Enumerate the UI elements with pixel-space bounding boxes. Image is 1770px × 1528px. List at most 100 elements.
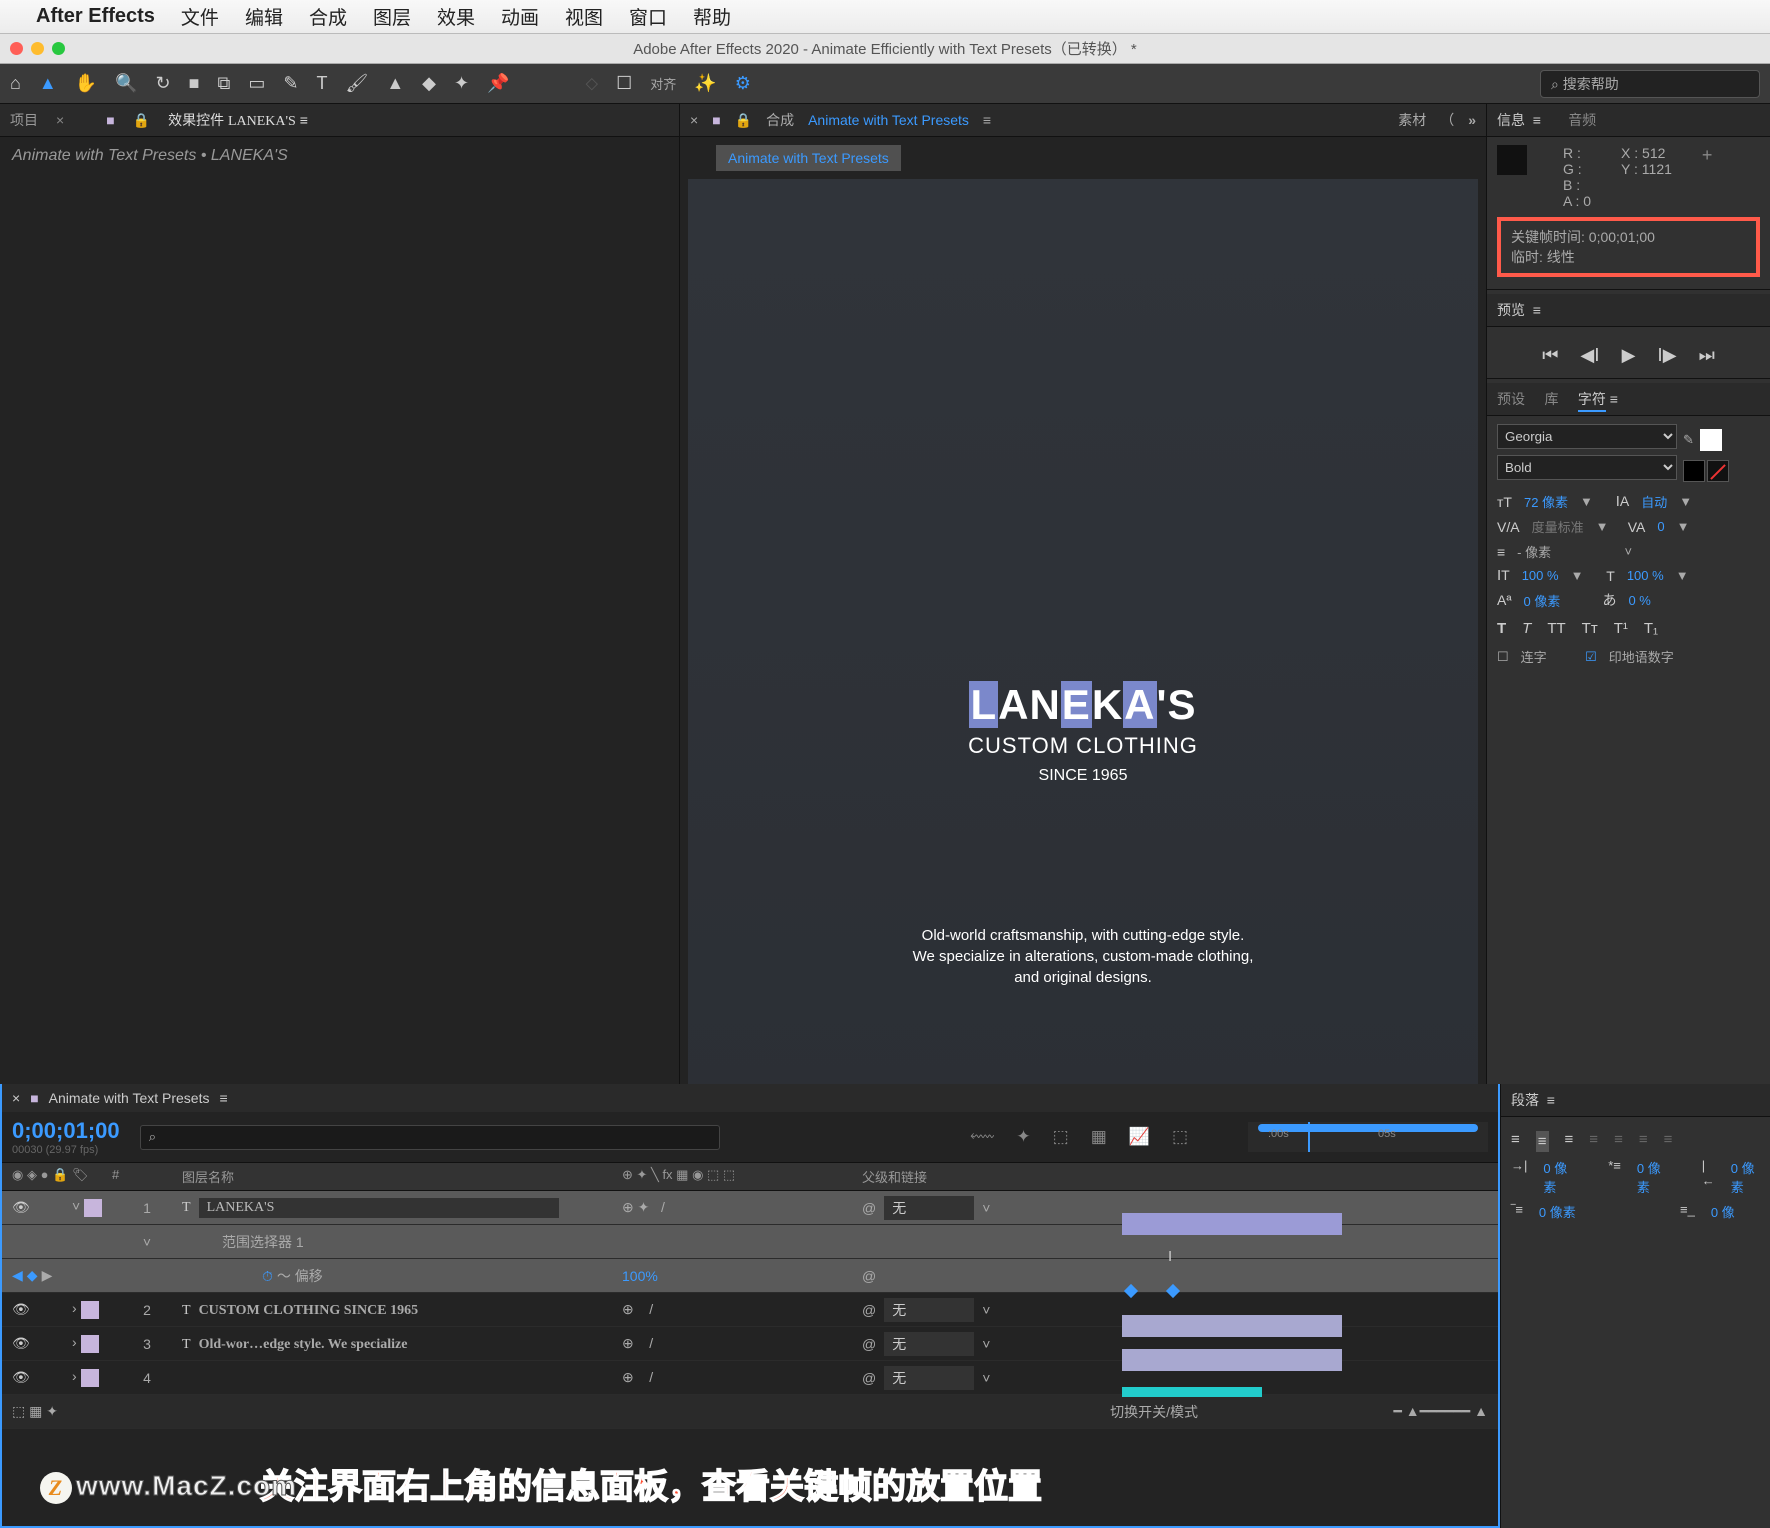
- superscript-icon[interactable]: T¹: [1614, 620, 1628, 637]
- text-tool-icon[interactable]: T: [316, 73, 327, 94]
- axis-icon[interactable]: ⬦: [586, 73, 599, 94]
- kf-diamond-icon[interactable]: ◆: [27, 1267, 38, 1284]
- timeline-search[interactable]: [140, 1125, 720, 1150]
- bold-icon[interactable]: T: [1497, 620, 1506, 637]
- visibility-icon[interactable]: 👁: [12, 1199, 30, 1216]
- time-ruler[interactable]: :00s 05s: [1248, 1122, 1488, 1152]
- pickwhip-icon[interactable]: @: [862, 1268, 876, 1284]
- prev-frame-icon[interactable]: ◀Ⅰ: [1580, 345, 1599, 366]
- workspace-icon[interactable]: ⚙: [735, 73, 751, 94]
- pen-tool-icon[interactable]: ✎: [283, 73, 298, 94]
- menu-help[interactable]: 帮助: [693, 3, 731, 30]
- comp-name[interactable]: Animate with Text Presets: [808, 112, 969, 128]
- menu-layer[interactable]: 图层: [373, 3, 411, 30]
- project-tab[interactable]: 项目: [10, 110, 38, 130]
- baseline[interactable]: 0 像素: [1524, 591, 1561, 610]
- menu-composition[interactable]: 合成: [309, 3, 347, 30]
- footage-tab[interactable]: 素材: [1398, 110, 1426, 130]
- roto-tool-icon[interactable]: ✦: [454, 73, 469, 94]
- paragraph-panel-header[interactable]: 段落 ≡: [1501, 1084, 1770, 1117]
- presets-tab[interactable]: 预设: [1497, 391, 1525, 407]
- offset-value[interactable]: 100%: [622, 1268, 658, 1284]
- vscale[interactable]: 100 %: [1522, 568, 1559, 583]
- clone-tool-icon[interactable]: ▲: [386, 73, 404, 94]
- timeline-tab[interactable]: Animate with Text Presets: [49, 1090, 210, 1106]
- range-selector[interactable]: 范围选择器 1: [182, 1232, 622, 1252]
- layer-row-2[interactable]: 👁 › 2 TCUSTOM CLOTHING SINCE 1965 ⊕ / @无…: [2, 1293, 1498, 1327]
- audio-tab[interactable]: 音频: [1568, 112, 1596, 128]
- preview-panel-header[interactable]: 预览 ≡: [1487, 294, 1770, 327]
- italic-icon[interactable]: T: [1522, 620, 1531, 637]
- pickwhip-icon[interactable]: @: [862, 1336, 876, 1352]
- layer-name[interactable]: LANEKA'S: [199, 1198, 559, 1218]
- justify-left-icon[interactable]: ≡: [1589, 1131, 1598, 1152]
- stroke-swatch[interactable]: [1707, 460, 1729, 482]
- ligature-checkbox[interactable]: ☐: [1497, 649, 1509, 665]
- comp-flowchart-icon[interactable]: ⬳: [970, 1127, 994, 1147]
- layer-name[interactable]: CUSTOM CLOTHING SINCE 1965: [199, 1303, 419, 1318]
- draft3d-icon[interactable]: ⬚: [1172, 1127, 1188, 1147]
- font-family-select[interactable]: Georgia: [1497, 424, 1677, 449]
- layer-color-icon[interactable]: [84, 1199, 102, 1217]
- prev-kf-icon[interactable]: ◀: [12, 1267, 23, 1284]
- menu-animation[interactable]: 动画: [501, 3, 539, 30]
- justify-center-icon[interactable]: ≡: [1614, 1131, 1623, 1152]
- wand-icon[interactable]: ✨: [694, 73, 716, 94]
- space-before[interactable]: 0 像素: [1539, 1202, 1576, 1221]
- visibility-icon[interactable]: 👁: [12, 1335, 30, 1352]
- align-right-icon[interactable]: ≡: [1565, 1131, 1574, 1152]
- lock-icon[interactable]: 🔒: [735, 112, 752, 129]
- project-panel-tabs[interactable]: 项目 × ■ 🔒 效果控件 LANEKA'S ≡: [0, 104, 679, 137]
- align-left-icon[interactable]: ≡: [1511, 1131, 1520, 1152]
- pickwhip-icon[interactable]: @: [862, 1200, 876, 1216]
- expression-icon[interactable]: 〜: [277, 1268, 291, 1284]
- macos-menubar[interactable]: After Effects 文件 编辑 合成 图层 效果 动画 视图 窗口 帮助: [0, 0, 1770, 34]
- eraser-tool-icon[interactable]: ◆: [422, 73, 436, 94]
- line-spacing[interactable]: - 像素: [1517, 542, 1551, 561]
- parent-select[interactable]: 无: [884, 1196, 974, 1220]
- indent-first[interactable]: 0 像素: [1637, 1158, 1666, 1196]
- next-frame-icon[interactable]: Ⅰ▶: [1657, 345, 1676, 366]
- help-search[interactable]: ⌕ 搜索帮助: [1540, 70, 1760, 98]
- menu-view[interactable]: 视图: [565, 3, 603, 30]
- puppet-tool-icon[interactable]: 📌: [487, 73, 509, 94]
- allcaps-icon[interactable]: TT: [1547, 620, 1565, 637]
- library-tab[interactable]: 库: [1544, 391, 1558, 407]
- tracking[interactable]: 0: [1657, 519, 1664, 534]
- play-icon[interactable]: ▶: [1622, 345, 1636, 366]
- layer-row-1[interactable]: 👁 ˅ 1 TLANEKA'S ⊕ ✦ / @无 ˅: [2, 1191, 1498, 1225]
- app-name[interactable]: After Effects: [36, 5, 155, 28]
- effect-controls-tab[interactable]: 效果控件: [168, 112, 224, 128]
- toggle-switches[interactable]: 切换开关/模式: [1110, 1402, 1198, 1422]
- pan-behind-tool-icon[interactable]: ⧉: [218, 73, 231, 94]
- close-tab-icon[interactable]: ×: [56, 112, 64, 128]
- menu-file[interactable]: 文件: [181, 3, 219, 30]
- hindi-checkbox[interactable]: ☑: [1585, 649, 1597, 665]
- font-weight-select[interactable]: Bold: [1497, 455, 1677, 480]
- snap-label[interactable]: 对齐: [650, 74, 676, 93]
- hand-tool-icon[interactable]: ✋: [75, 73, 97, 94]
- char-panel-tabs[interactable]: 预设 库 字符 ≡: [1487, 383, 1770, 416]
- current-timecode[interactable]: 0;00;01;00: [12, 1118, 120, 1144]
- space-after[interactable]: 0 像: [1711, 1202, 1735, 1221]
- orbit-tool-icon[interactable]: ↻: [156, 73, 171, 94]
- pickwhip-icon[interactable]: @: [862, 1370, 876, 1386]
- indent-right[interactable]: 0 像素: [1731, 1158, 1760, 1196]
- frame-blend-icon[interactable]: ⬚: [1053, 1127, 1069, 1147]
- menu-effect[interactable]: 效果: [437, 3, 475, 30]
- more-icon[interactable]: »: [1468, 112, 1476, 128]
- kerning[interactable]: 度量标准: [1532, 517, 1584, 536]
- hscale[interactable]: 100 %: [1627, 568, 1664, 583]
- shy-icon[interactable]: ✦: [1016, 1127, 1030, 1147]
- close-icon[interactable]: ×: [12, 1090, 20, 1106]
- first-frame-icon[interactable]: ⏮: [1542, 345, 1558, 366]
- layer-name[interactable]: Old-wor…edge style. We specialize: [199, 1337, 408, 1352]
- stopwatch-icon[interactable]: ⏱: [262, 1268, 273, 1284]
- motion-blur-icon[interactable]: ▦: [1091, 1127, 1107, 1147]
- pickwhip-icon[interactable]: @: [862, 1302, 876, 1318]
- next-kf-icon[interactable]: ▶: [42, 1267, 53, 1284]
- snap-icon[interactable]: ☐: [616, 73, 632, 94]
- menu-edit[interactable]: 编辑: [245, 3, 283, 30]
- layer-row-offset[interactable]: ◀ ◆ ▶ ⏱ 〜 偏移 100% @: [2, 1259, 1498, 1293]
- subscript-icon[interactable]: T₁: [1644, 620, 1658, 637]
